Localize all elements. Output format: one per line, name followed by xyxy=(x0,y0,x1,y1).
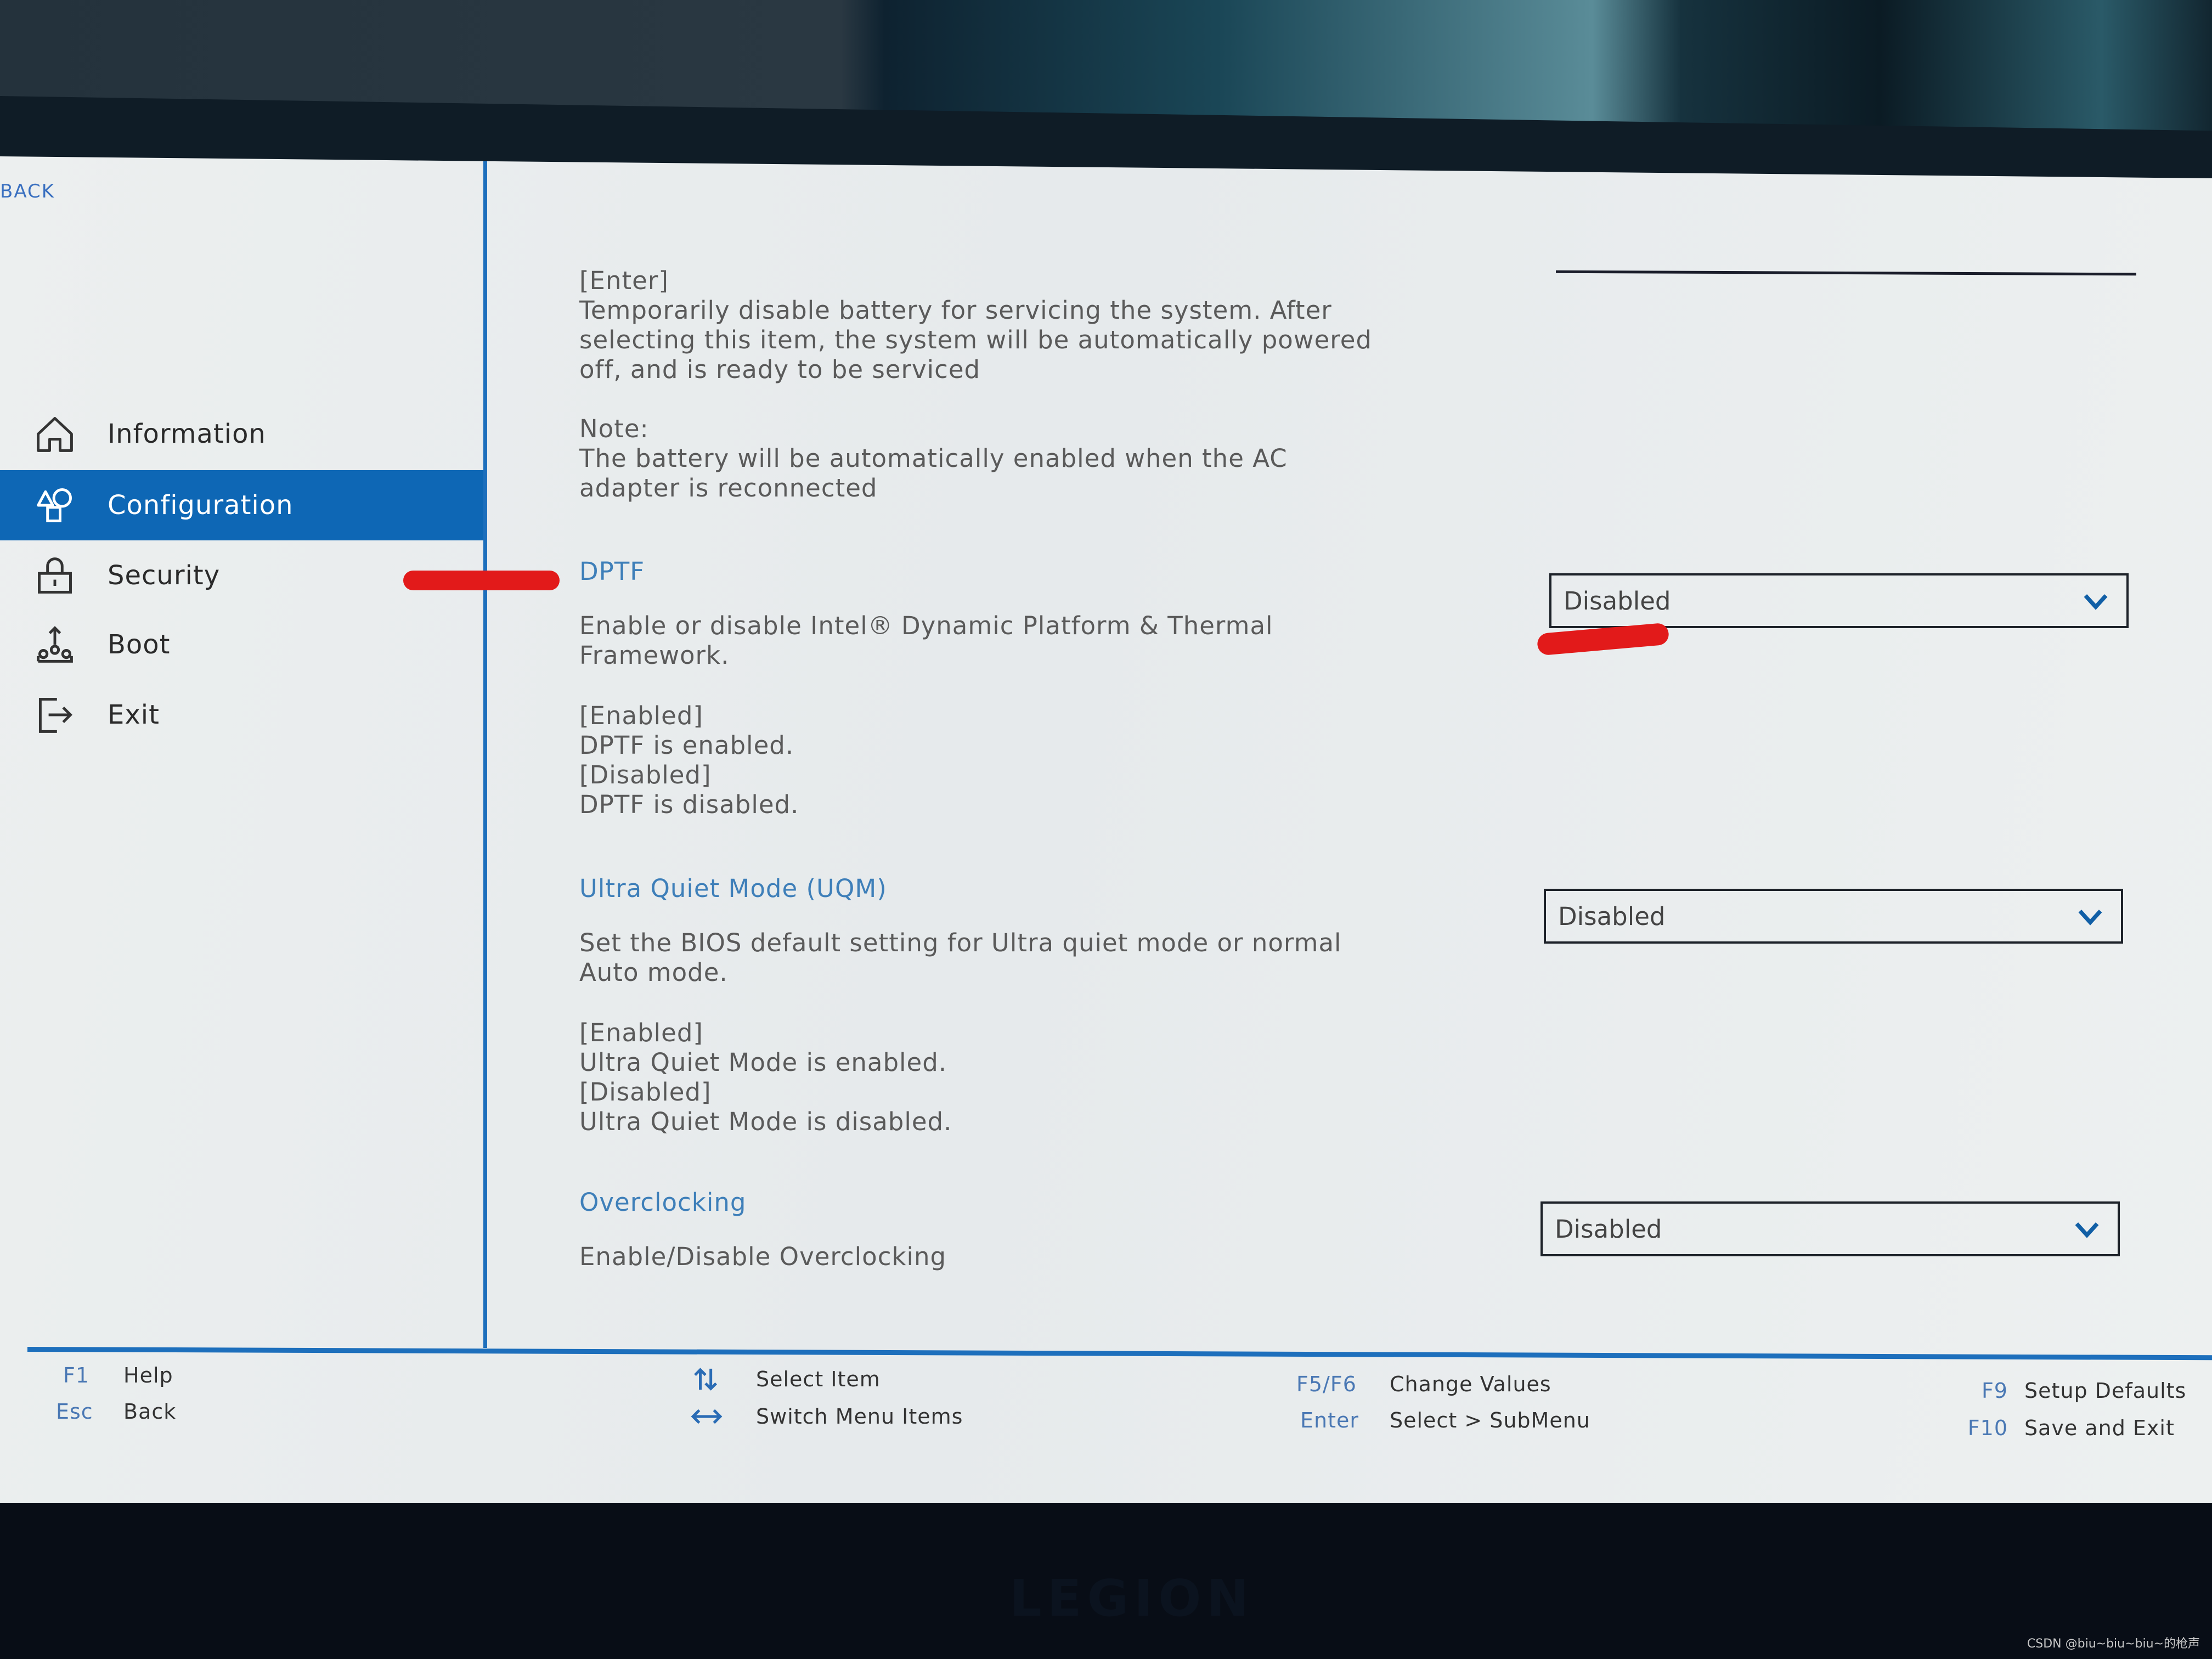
hotkey: F10 xyxy=(1967,1416,2008,1440)
bios-screen: BACK Information Configuration Security … xyxy=(0,156,2212,1520)
battery-help-block: [Enter] Temporarily disable battery for … xyxy=(579,266,1372,503)
footer-divider xyxy=(27,1347,2212,1361)
home-icon xyxy=(33,412,77,456)
hotkey-label: Switch Menu Items xyxy=(756,1404,963,1429)
settings-panel: [Enter] Temporarily disable battery for … xyxy=(579,156,2170,1348)
divider-line xyxy=(1555,270,2137,276)
hotkey-select-item: Select Item xyxy=(689,1367,881,1392)
hotkey-label: Select Item xyxy=(756,1367,881,1391)
setting-options-help: [Enabled] DPTF is enabled. [Disabled] DP… xyxy=(579,701,799,819)
boot-icon xyxy=(33,623,77,667)
sidebar-item-label: Configuration xyxy=(108,490,294,521)
chevron-down-icon xyxy=(2084,594,2108,610)
hotkey: F1 xyxy=(63,1363,90,1387)
sidebar-item-label: Information xyxy=(108,419,266,449)
lock-icon xyxy=(33,554,77,597)
hotkey-change-values: F5/F6 Change Values xyxy=(1296,1372,1551,1396)
setting-ultra-quiet-mode[interactable]: Ultra Quiet Mode (UQM) Set the BIOS defa… xyxy=(579,874,1342,1137)
setting-title[interactable]: Ultra Quiet Mode (UQM) xyxy=(579,874,1342,903)
shapes-icon xyxy=(33,483,77,527)
setting-description: Set the BIOS default setting for Ultra q… xyxy=(579,928,1342,987)
left-right-arrows-icon xyxy=(691,1409,723,1424)
setting-dptf[interactable]: DPTF Enable or disable Intel® Dynamic Pl… xyxy=(579,557,1273,820)
hotkey-help: F1 Help xyxy=(63,1363,173,1387)
hotkey: Enter xyxy=(1300,1408,1359,1432)
note-text: The battery will be automatically enable… xyxy=(579,444,1288,503)
sidebar-item-boot[interactable]: Boot xyxy=(0,610,483,680)
sidebar-item-configuration[interactable]: Configuration xyxy=(0,470,483,540)
hotkey-back: Esc Back xyxy=(56,1400,176,1424)
dropdown-value: Disabled xyxy=(1564,586,1671,616)
overclocking-dropdown[interactable]: Disabled xyxy=(1541,1201,2120,1256)
brand-logo: LEGION xyxy=(1009,1569,1255,1628)
hotkey-label: Select > SubMenu xyxy=(1390,1408,1590,1432)
setting-description: Enable/Disable Overclocking xyxy=(579,1242,947,1271)
red-annotation-mark xyxy=(403,571,560,590)
setting-title[interactable]: DPTF xyxy=(579,557,1273,586)
hotkey-label: Save and Exit xyxy=(2024,1416,2175,1440)
sidebar-item-exit[interactable]: Exit xyxy=(0,680,483,750)
hotkey: F9 xyxy=(1981,1379,2008,1403)
exit-icon xyxy=(33,693,77,737)
watermark: CSDN @biu~biu~biu~的枪声 xyxy=(2027,1637,2200,1651)
ultra-quiet-mode-dropdown[interactable]: Disabled xyxy=(1544,889,2123,944)
setting-description: Enable or disable Intel® Dynamic Platfor… xyxy=(579,611,1273,670)
hotkey-switch-menu: Switch Menu Items xyxy=(689,1404,963,1429)
sidebar-item-label: Security xyxy=(108,560,221,591)
note-label: Note: xyxy=(579,414,649,443)
hotkey-label: Back xyxy=(123,1400,177,1424)
up-down-arrows-icon xyxy=(694,1368,718,1391)
enter-key-hint: [Enter] xyxy=(579,266,669,295)
setting-options-help: [Enabled] Ultra Quiet Mode is enabled. [… xyxy=(579,1018,952,1136)
setting-overclocking[interactable]: Overclocking Enable/Disable Overclocking xyxy=(579,1188,946,1272)
hotkey-save-exit: F10 Save and Exit xyxy=(1953,1416,2175,1440)
sidebar-item-label: Exit xyxy=(108,699,160,730)
sidebar-item-label: Boot xyxy=(108,629,171,660)
chevron-down-icon xyxy=(2078,910,2102,926)
setting-title[interactable]: Overclocking xyxy=(579,1188,946,1217)
hotkey: Esc xyxy=(56,1400,93,1424)
sidebar-item-information[interactable]: Information xyxy=(0,399,483,469)
hotkey: F5/F6 xyxy=(1296,1372,1357,1396)
chevron-down-icon xyxy=(2075,1222,2099,1238)
battery-description: Temporarily disable battery for servicin… xyxy=(579,296,1373,384)
hotkey-setup-defaults: F9 Setup Defaults xyxy=(1964,1379,2186,1403)
sidebar: BACK Information Configuration Security … xyxy=(0,156,560,1348)
hotkey-label: Setup Defaults xyxy=(2024,1379,2187,1403)
dptf-dropdown[interactable]: Disabled xyxy=(1549,573,2129,628)
hotkey-label: Change Values xyxy=(1390,1372,1551,1396)
dropdown-value: Disabled xyxy=(1555,1214,1662,1244)
hotkey-label: Help xyxy=(123,1363,173,1387)
hotkey-select-submenu: Enter Select > SubMenu xyxy=(1300,1408,1590,1432)
back-link[interactable]: BACK xyxy=(0,180,55,202)
dropdown-value: Disabled xyxy=(1558,901,1666,931)
